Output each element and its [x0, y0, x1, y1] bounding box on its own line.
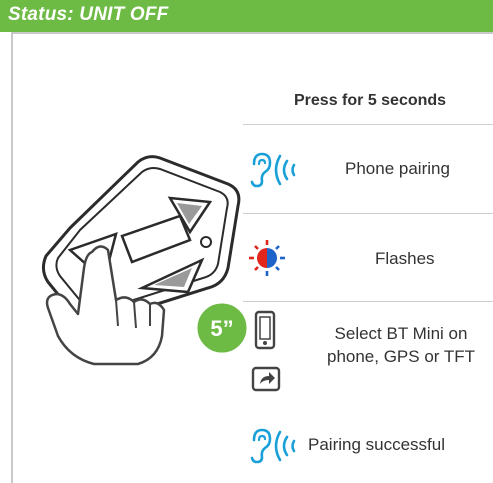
- step-phone-pairing: Phone pairing: [243, 125, 493, 213]
- step-text: Flashes: [375, 249, 435, 268]
- step-pairing-successful: Pairing successful: [243, 420, 493, 470]
- ear-sound-icon: [250, 428, 296, 464]
- device-illustration: 5”: [41, 155, 250, 366]
- step-text: Select BT Mini on phone, GPS or TFT: [309, 322, 493, 368]
- step-flashes: Flashes: [243, 214, 493, 301]
- step-text-line1: Select BT Mini on: [334, 324, 468, 343]
- step-select-device: Select BT Mini on phone, GPS or TFT: [243, 302, 493, 402]
- status-label: Status: UNIT OFF: [8, 4, 169, 25]
- step-text: Phone pairing: [345, 159, 450, 178]
- instruction-header: Press for 5 seconds: [294, 92, 447, 109]
- top-border: [11, 32, 493, 34]
- led-flash-red-blue-icon: [249, 240, 285, 276]
- phone-share-icon: [251, 310, 281, 392]
- status-bar: Status: UNIT OFF: [0, 0, 493, 32]
- step-text: Pairing successful: [308, 435, 446, 454]
- intercom-device-icon: [41, 155, 241, 325]
- five-seconds-badge: 5”: [194, 300, 250, 356]
- left-border: [11, 32, 13, 483]
- ear-sound-icon: [250, 152, 296, 188]
- svg-text:5”: 5”: [210, 316, 233, 341]
- step-text-line2: phone, GPS or TFT: [326, 347, 476, 366]
